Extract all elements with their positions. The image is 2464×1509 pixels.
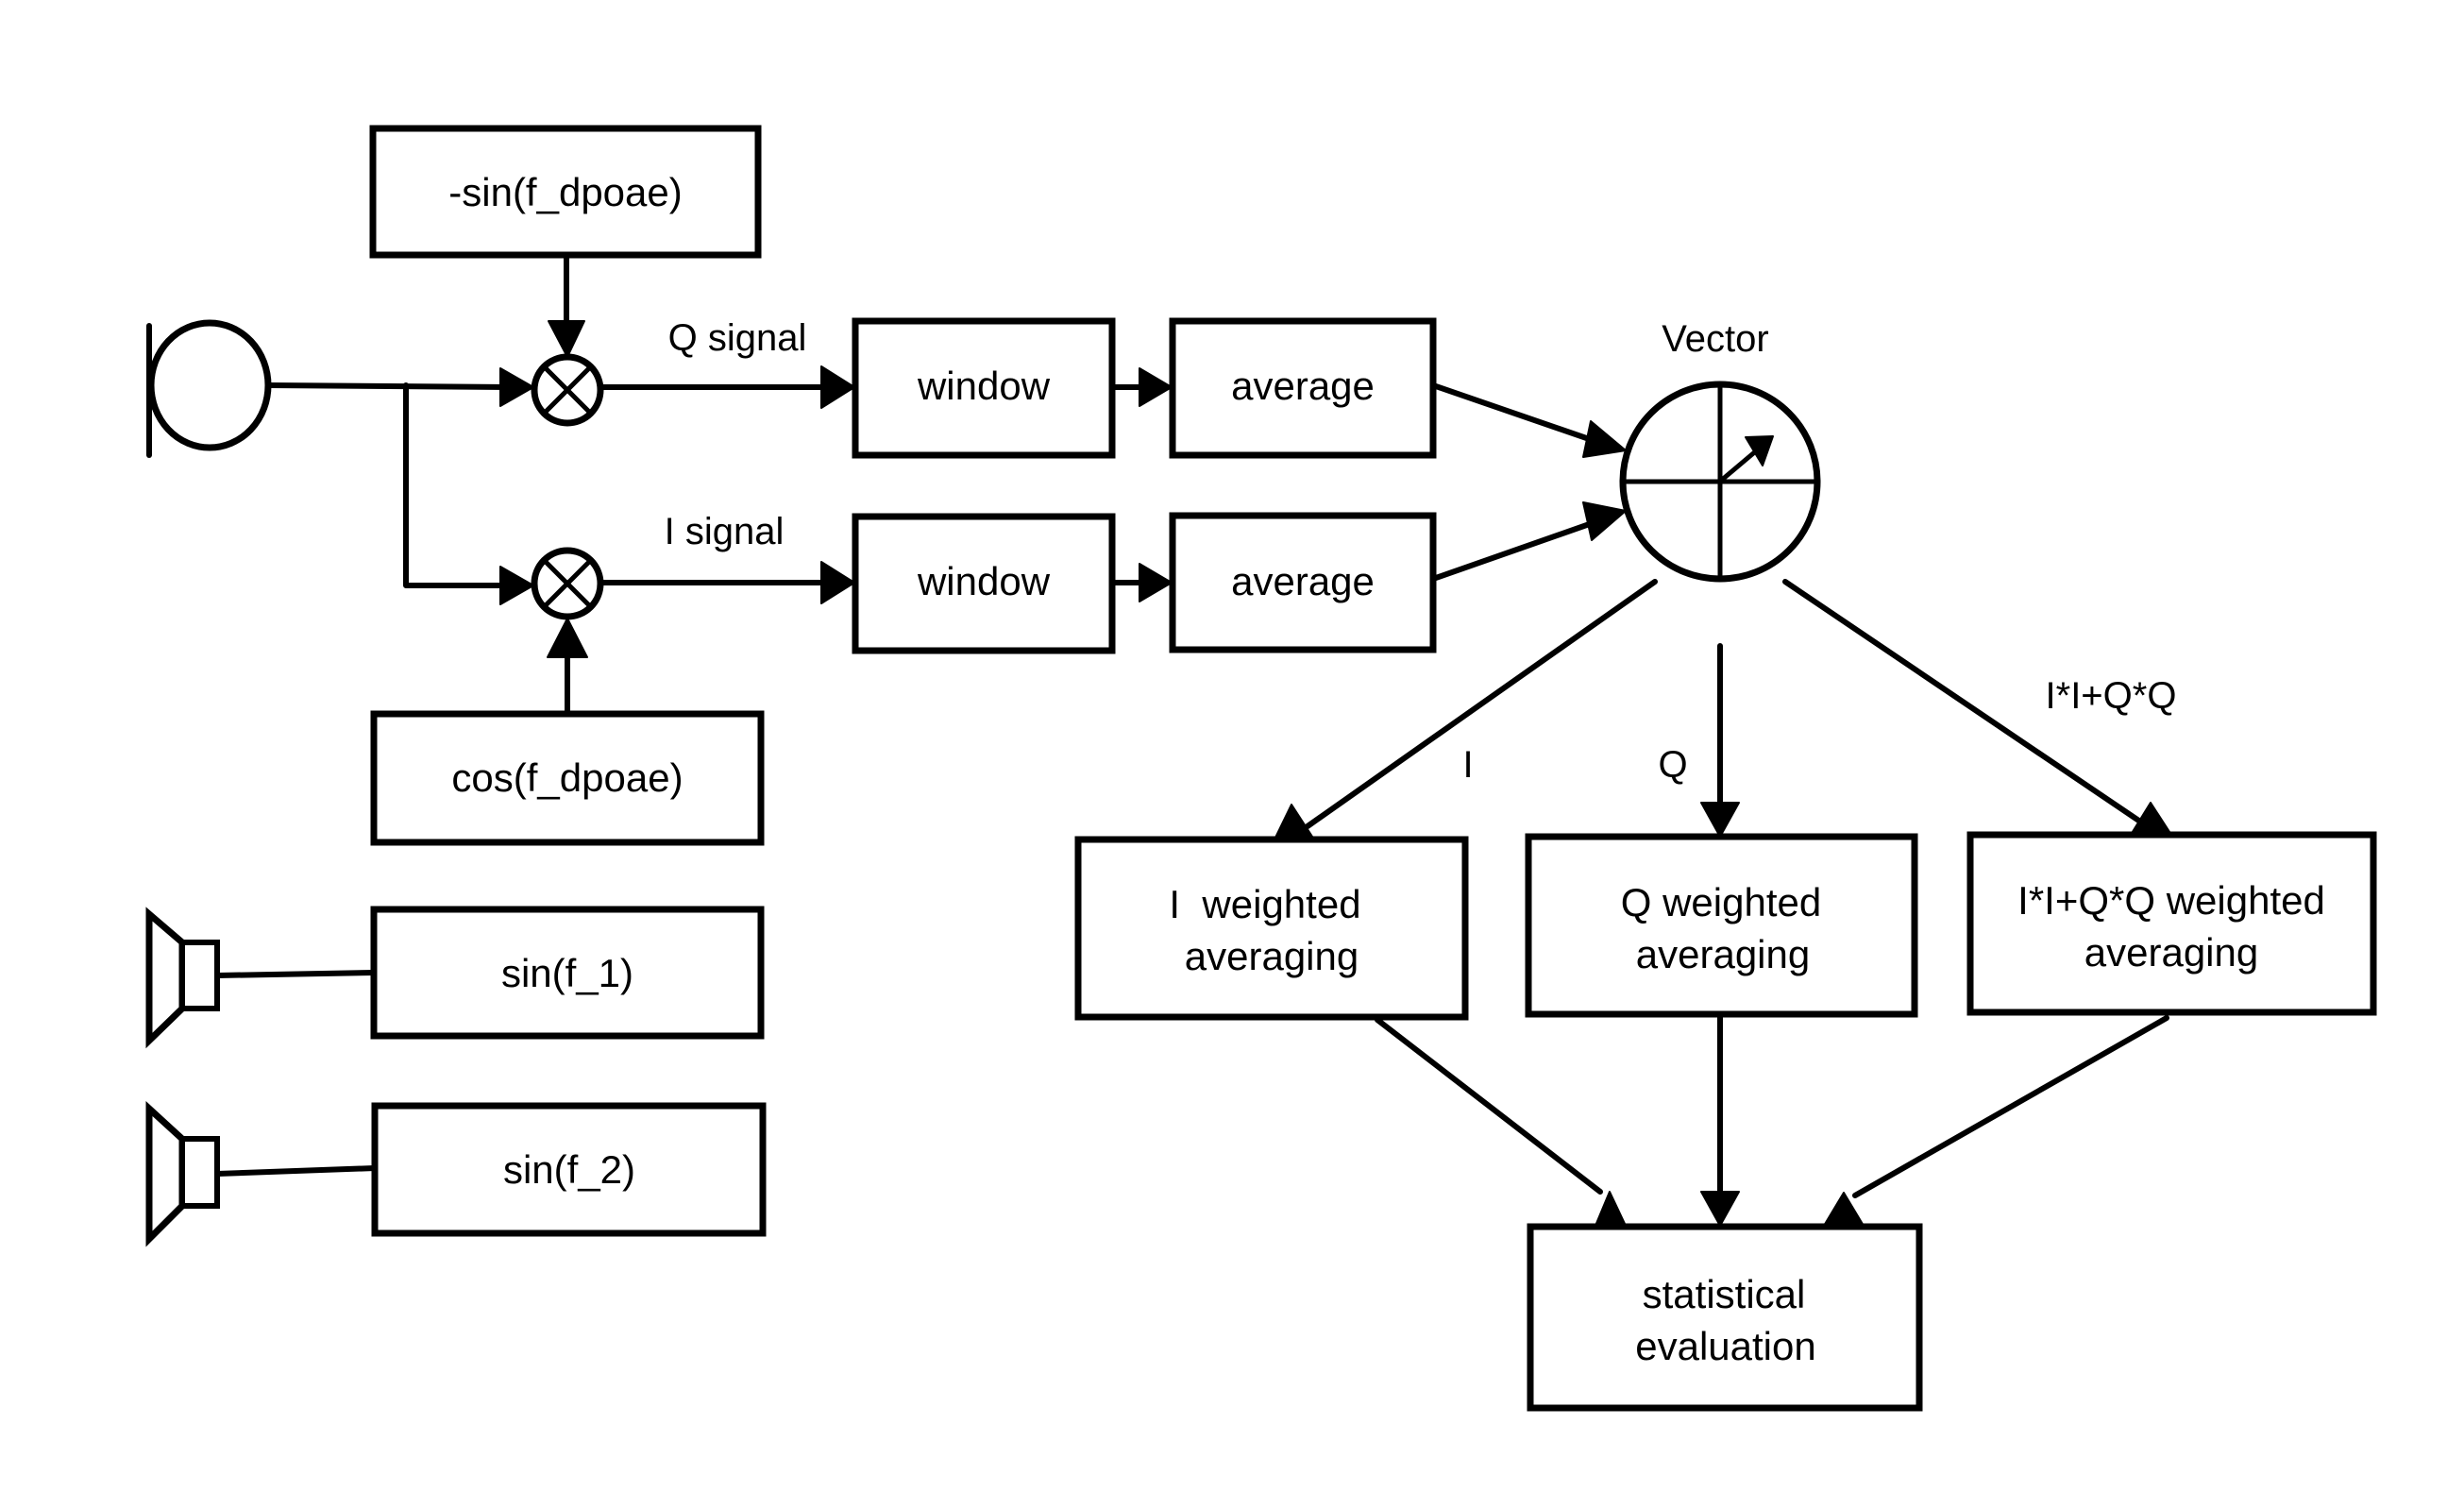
iq-weighted-label-line1: I*I+Q*Q weighted [2017, 878, 2325, 923]
i-weighted-label-line2: averaging [1185, 934, 1359, 978]
q-weighted-label-line1: Q weighted [1621, 880, 1821, 924]
average-i-block[interactable]: average [1169, 512, 1437, 653]
microphone-icon [146, 319, 272, 458]
arrowhead-to-average-q [1139, 367, 1173, 407]
arrowhead-into-vector-from-q [1582, 420, 1627, 458]
speaker-icon [145, 907, 220, 1049]
branch-q-label: Q [1658, 744, 1687, 786]
arrowhead-to-statistical-from-i [1595, 1191, 1627, 1227]
arrowhead-to-i-weighted [1274, 804, 1315, 840]
cos-dpoae-label: cos(f_dpoae) [451, 755, 683, 800]
arrowhead-into-mixer-q-top [548, 320, 585, 358]
arrowhead-to-window-i [820, 561, 855, 604]
speaker-icon [145, 1101, 220, 1247]
average-q-block[interactable]: average [1169, 317, 1437, 459]
arrowhead-into-vector-from-i [1582, 501, 1627, 541]
window-q-label: window [917, 364, 1051, 408]
vector-phasor-icon [1619, 381, 1821, 583]
statistical-evaluation-block[interactable]: statistical evaluation [1527, 1223, 1923, 1412]
arrowhead-to-window-q [820, 365, 855, 409]
i-weighted-averaging-block[interactable]: I weighted averaging [1074, 836, 1469, 1021]
cos-dpoae-block[interactable]: cos(f_dpoae) [370, 710, 765, 846]
neg-sin-dpoae-block[interactable]: -sin(f_dpoae) [369, 125, 762, 259]
average-q-label: average [1231, 364, 1375, 408]
neg-sin-dpoae-label: -sin(f_dpoae) [448, 170, 682, 214]
window-i-block[interactable]: window [852, 513, 1116, 654]
block-diagram: -sin(f_dpoae) cos(f_dpoae) Q signal I si… [145, 125, 2377, 1412]
sin-f2-block[interactable]: sin(f_2) [371, 1102, 767, 1237]
iq-weighted-label-line2: averaging [2084, 930, 2258, 975]
q-signal-label: Q signal [668, 317, 807, 359]
arrowhead-to-average-i [1139, 563, 1173, 602]
vector-label: Vector [1662, 318, 1768, 360]
window-q-block[interactable]: window [852, 317, 1116, 459]
statistical-label-line2: evaluation [1635, 1324, 1815, 1368]
arrowhead-to-mixer-i [499, 566, 534, 605]
multiplier-icon [531, 547, 604, 620]
average-i-label: average [1231, 559, 1375, 603]
i-weighted-label-line1: I weighted [1169, 882, 1360, 926]
arrowhead-to-statistical-from-iq [1823, 1192, 1865, 1227]
window-i-label: window [917, 559, 1051, 603]
q-weighted-averaging-block[interactable]: Q weighted averaging [1525, 833, 1918, 1018]
sin-f2-label: sin(f_2) [503, 1147, 635, 1192]
multiplier-icon [531, 353, 604, 427]
arrowhead-into-mixer-i-bottom [547, 618, 588, 658]
sin-f1-block[interactable]: sin(f_1) [370, 906, 765, 1040]
iq-weighted-averaging-block[interactable]: I*I+Q*Q weighted averaging [1966, 831, 2377, 1016]
i-signal-label: I signal [665, 511, 785, 552]
arrowhead-to-statistical-from-q [1700, 1191, 1740, 1227]
mic-signal-wires [265, 367, 534, 605]
statistical-label-line1: statistical [1643, 1272, 1806, 1316]
q-weighted-label-line2: averaging [1636, 932, 1810, 976]
arrowhead-to-q-weighted [1700, 802, 1740, 838]
sin-f1-label: sin(f_1) [501, 951, 633, 995]
branch-i-label: I [1462, 744, 1473, 786]
branch-iq-label: I*I+Q*Q [2046, 675, 2177, 717]
arrowhead-to-mixer-q [499, 367, 534, 407]
